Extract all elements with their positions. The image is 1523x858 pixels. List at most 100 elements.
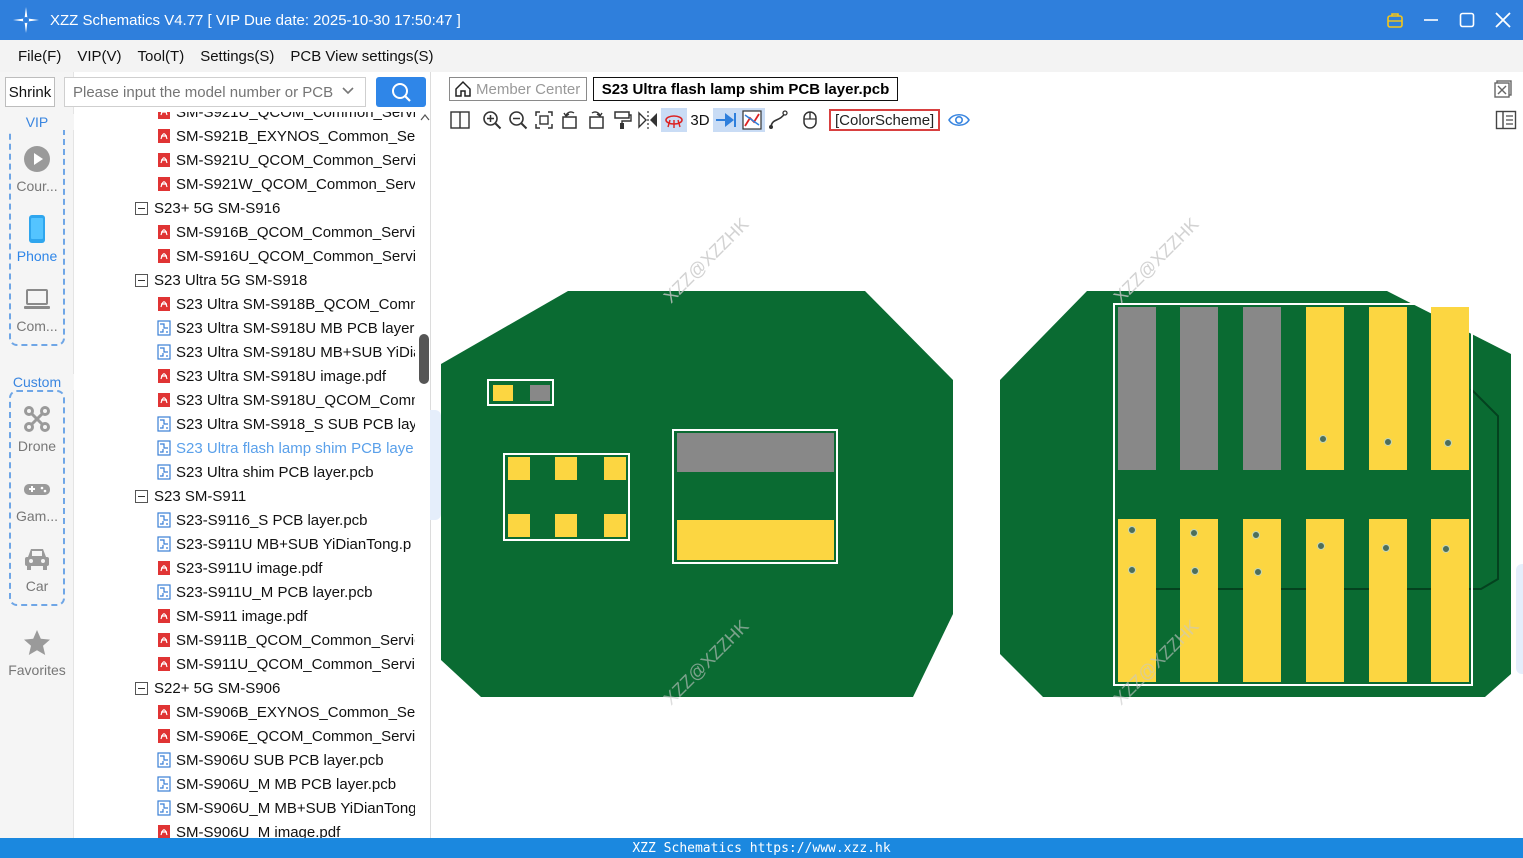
collapse-icon[interactable]: [135, 681, 148, 695]
pad[interactable]: [493, 385, 513, 401]
maximize-button[interactable]: [1457, 10, 1477, 30]
3d-view-button[interactable]: 3D: [687, 112, 713, 129]
tree-file-item[interactable]: SM-S906U SUB PCB layer.pcb: [157, 748, 384, 772]
pcb-canvas[interactable]: XZZ@XZZHK XZZ@XZZHK XZZ@XZZHK XZZ@XZZHK: [441, 134, 1523, 838]
via[interactable]: [1191, 567, 1199, 575]
tree-scroll-thumb[interactable]: [419, 334, 429, 384]
tree-file-item[interactable]: SM-S911B_QCOM_Common_Servic: [157, 628, 415, 652]
pad[interactable]: [604, 514, 626, 537]
connector-pad[interactable]: [1306, 519, 1344, 682]
tree-folder[interactable]: S23 Ultra 5G SM-S918: [135, 268, 307, 292]
tree-file-item[interactable]: SM-S921W_QCOM_Common_Servi: [157, 172, 415, 196]
connector-pad[interactable]: [1180, 519, 1218, 682]
search-input[interactable]: [64, 77, 366, 107]
close-button[interactable]: [1493, 10, 1513, 30]
pad[interactable]: [555, 457, 577, 480]
tree-file-item[interactable]: SM-S921B_EXYNOS_Common_Serv: [157, 124, 415, 148]
net-highlight-button[interactable]: [739, 108, 765, 132]
collapse-icon[interactable]: [135, 489, 148, 503]
tree-file-item[interactable]: S23-S9116_S PCB layer.pcb: [157, 508, 368, 532]
tree-folder[interactable]: S23 SM-S911: [135, 484, 246, 508]
via[interactable]: [1442, 545, 1450, 553]
tree-file-item[interactable]: S23 Ultra shim PCB layer.pcb: [157, 460, 374, 484]
via[interactable]: [1128, 566, 1136, 574]
close-tabs-icon[interactable]: [1493, 79, 1513, 99]
tree-file-item[interactable]: S23-S911U image.pdf: [157, 556, 322, 580]
fit-view-button[interactable]: [531, 108, 557, 132]
tree-file-item[interactable]: SM-S911 image.pdf: [157, 604, 307, 628]
tree-folder[interactable]: S23+ 5G SM-S916: [135, 196, 280, 220]
pad[interactable]: [555, 514, 577, 537]
rail-item-game[interactable]: Gam...: [0, 474, 74, 524]
via[interactable]: [1444, 439, 1452, 447]
tree-file-item[interactable]: SM-S916U_QCOM_Common_Servic: [157, 244, 415, 268]
zoom-in-button[interactable]: [479, 108, 505, 132]
pad[interactable]: [677, 520, 834, 560]
rail-item-courses[interactable]: Cour...: [0, 144, 74, 194]
pad[interactable]: [604, 457, 626, 480]
tree-file-item[interactable]: S23 Ultra flash lamp shim PCB laye: [157, 436, 414, 460]
collapse-icon[interactable]: [135, 273, 148, 287]
via[interactable]: [1319, 435, 1327, 443]
color-scheme-button[interactable]: [ColorScheme]: [829, 109, 941, 131]
tree-file-item[interactable]: SM-S921U_QCOM_Common_Servic: [157, 148, 415, 172]
chevron-down-icon[interactable]: [341, 84, 355, 98]
connector-pad[interactable]: [1369, 519, 1407, 682]
menu-pcb-view-settings[interactable]: PCB View settings(S): [290, 48, 433, 65]
tree-scrollbar[interactable]: [420, 112, 430, 838]
shrink-button[interactable]: Shrink: [5, 77, 55, 107]
via[interactable]: [1384, 438, 1392, 446]
pad[interactable]: [508, 514, 530, 537]
zoom-out-button[interactable]: [505, 108, 531, 132]
vip-bag-icon[interactable]: [1385, 10, 1405, 30]
minimize-button[interactable]: [1421, 10, 1441, 30]
panel-splitter-handle[interactable]: [430, 410, 441, 520]
tree-file-item[interactable]: S23 Ultra SM-S918U_QCOM_Comm: [157, 388, 415, 412]
side-panel-icon[interactable]: [1495, 109, 1517, 131]
connector-pad[interactable]: [1431, 519, 1469, 682]
right-panel-handle[interactable]: [1516, 564, 1523, 674]
connector-pad[interactable]: [1180, 307, 1218, 470]
menu-settings[interactable]: Settings(S): [200, 48, 274, 65]
tab-member-center[interactable]: Member Center: [449, 77, 587, 101]
tree-file-item[interactable]: S23 Ultra SM-S918U MB+SUB YiDia: [157, 340, 415, 364]
tree-folder[interactable]: S22+ 5G SM-S906: [135, 676, 280, 700]
tree-file-item[interactable]: S23 Ultra SM-S918_S SUB PCB laye: [157, 412, 415, 436]
rotate-left-button[interactable]: [557, 108, 583, 132]
rail-item-drone[interactable]: Drone: [0, 404, 74, 454]
connector-pad[interactable]: [1118, 307, 1156, 470]
tab-active-file[interactable]: S23 Ultra flash lamp shim PCB layer.pcb: [593, 77, 898, 101]
tree-file-item[interactable]: SM-S906E_QCOM_Common_Servic: [157, 724, 415, 748]
pad[interactable]: [530, 385, 550, 401]
tree-file-item[interactable]: SM-S906U_M MB PCB layer.pcb: [157, 772, 396, 796]
via[interactable]: [1190, 529, 1198, 537]
via[interactable]: [1128, 526, 1136, 534]
rotate-right-button[interactable]: [583, 108, 609, 132]
menu-tool[interactable]: Tool(T): [138, 48, 185, 65]
mouse-mode-button[interactable]: [797, 108, 823, 132]
lamp-view-button[interactable]: [661, 108, 687, 132]
tree-file-item[interactable]: SM-S906U_M image.pdf: [157, 820, 340, 838]
tree-file-item[interactable]: SM-S906B_EXYNOS_Common_Serv: [157, 700, 415, 724]
via[interactable]: [1317, 542, 1325, 550]
split-view-button[interactable]: [447, 108, 473, 132]
rail-item-computer[interactable]: Com...: [0, 284, 74, 334]
tree-file-item[interactable]: S23-S911U MB+SUB YiDianTong.p: [157, 532, 411, 556]
pad[interactable]: [508, 457, 530, 480]
tree-file-item[interactable]: S23 Ultra SM-S918B_QCOM_Comm: [157, 292, 415, 316]
rail-item-favorites[interactable]: Favorites: [0, 628, 74, 678]
rail-item-car[interactable]: Car: [0, 544, 74, 594]
via[interactable]: [1254, 568, 1262, 576]
rail-item-phone[interactable]: Phone: [0, 214, 74, 264]
format-painter-button[interactable]: [609, 108, 635, 132]
connector-pad[interactable]: [1306, 307, 1344, 470]
tree-file-item[interactable]: S23 Ultra SM-S918U MB PCB layer.: [157, 316, 415, 340]
connector-pad[interactable]: [1243, 307, 1281, 470]
tree-file-item[interactable]: S23 Ultra SM-S918U image.pdf: [157, 364, 386, 388]
visibility-button[interactable]: [946, 108, 972, 132]
via[interactable]: [1252, 531, 1260, 539]
via[interactable]: [1382, 544, 1390, 552]
tree-file-item[interactable]: SM-S916B_QCOM_Common_Servic: [157, 220, 415, 244]
arrow-mode-button[interactable]: [713, 108, 739, 132]
tree-file-item[interactable]: SM-S906U_M MB+SUB YiDianTong: [157, 796, 415, 820]
